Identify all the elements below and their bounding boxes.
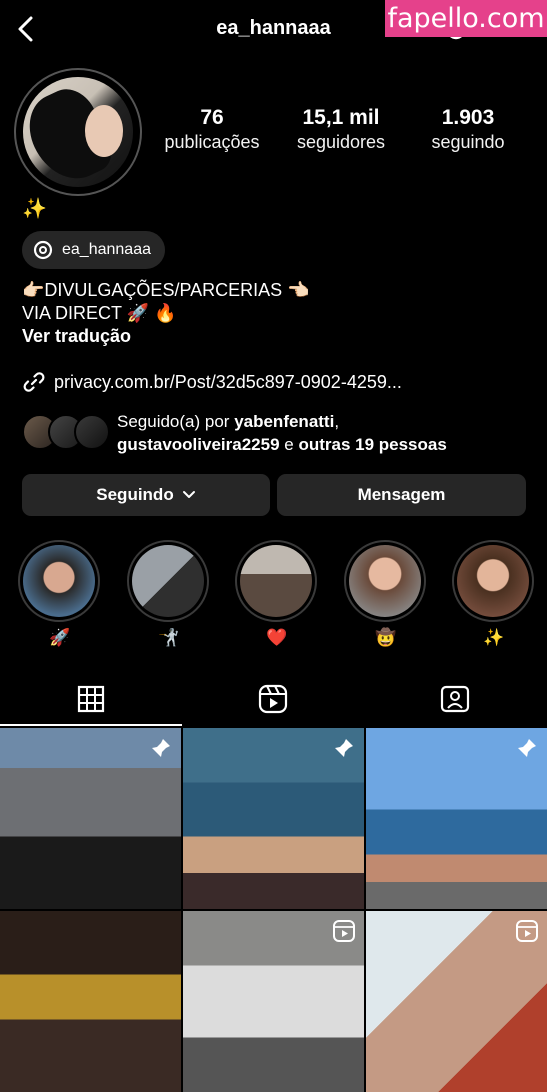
stat-posts-value: 76 <box>200 106 224 129</box>
highlight-cover <box>23 545 95 617</box>
stat-followers-value: 15,1 mil <box>302 106 380 129</box>
avatar-image <box>23 77 133 187</box>
followed-by-text: Seguido(a) por yabenfenatti, gustavooliv… <box>117 412 447 454</box>
highlight-label: 🤠 <box>375 628 397 647</box>
mutual-avatars <box>22 414 110 452</box>
tab-grid[interactable] <box>0 672 182 726</box>
grid-post[interactable] <box>183 911 364 1092</box>
following-button-label: Seguindo <box>96 485 174 504</box>
reels-icon <box>258 684 288 714</box>
stat-posts-label: publicações <box>164 132 260 152</box>
highlight-label: 🤺 <box>158 628 180 647</box>
followed-by[interactable]: Seguido(a) por yabenfenatti, gustavooliv… <box>22 410 532 460</box>
mutual-user-1[interactable]: yabenfenatti <box>234 412 334 431</box>
highlight-cover <box>240 545 312 617</box>
stat-following[interactable]: 1.903 seguindo <box>418 106 518 153</box>
highlight-cover <box>349 545 421 617</box>
pin-icon <box>335 739 353 757</box>
reel-icon <box>516 920 538 942</box>
highlight-cover <box>457 545 529 617</box>
highlight-item[interactable]: 🚀 <box>18 540 102 648</box>
grid-post[interactable] <box>366 728 547 909</box>
bio-line-2: VIA DIRECT 🚀 🔥 <box>22 303 177 323</box>
chevron-down-icon <box>182 491 195 498</box>
highlight-cover <box>132 545 204 617</box>
watermark: fapello.com <box>385 0 547 37</box>
highlight-label: ❤️ <box>266 628 288 647</box>
grid-post[interactable] <box>0 911 181 1092</box>
stat-posts[interactable]: 76 publicações <box>160 106 264 153</box>
bio-link-text: privacy.com.br/Post/32d5c897-0902-4259..… <box>54 371 402 392</box>
active-tab-indicator <box>0 724 182 726</box>
stat-followers-label: seguidores <box>296 132 386 152</box>
stat-following-label: seguindo <box>431 132 505 152</box>
bio-link[interactable]: privacy.com.br/Post/32d5c897-0902-4259..… <box>22 370 402 394</box>
tagged-icon <box>440 685 470 713</box>
link-icon <box>23 372 45 392</box>
highlight-item[interactable]: ❤️ <box>235 540 319 648</box>
highlight-item[interactable]: 🤠 <box>344 540 428 648</box>
highlight-label: 🚀 <box>49 628 71 647</box>
highlight-item[interactable]: 🤺 <box>127 540 211 648</box>
threads-badge[interactable]: ea_hannaaa <box>22 231 165 269</box>
message-button[interactable]: Mensagem <box>277 474 526 516</box>
tab-tagged[interactable] <box>364 672 546 726</box>
profile-name: ✨ <box>22 198 47 220</box>
pin-icon <box>518 739 536 757</box>
grid-post[interactable] <box>366 911 547 1092</box>
highlight-label: ✨ <box>483 628 505 647</box>
translate-link[interactable]: Ver tradução <box>22 325 310 348</box>
grid-post[interactable] <box>183 728 364 909</box>
threads-icon <box>33 240 53 260</box>
following-button[interactable]: Seguindo <box>22 474 270 516</box>
mutual-others[interactable]: outras 19 pessoas <box>298 435 446 454</box>
tab-reels[interactable] <box>182 672 364 726</box>
message-button-label: Mensagem <box>357 485 446 504</box>
mutual-user-2[interactable]: gustavooliveira2259 <box>117 435 280 454</box>
stat-followers[interactable]: 15,1 mil seguidores <box>286 106 396 153</box>
bio-text: 👉🏻DIVULGAÇÕES/PARCERIAS 👈🏻 VIA DIRECT 🚀 … <box>22 279 310 348</box>
profile-tabs <box>0 672 547 726</box>
highlight-item[interactable]: ✨ <box>452 540 536 648</box>
grid-icon <box>77 685 105 713</box>
reel-icon <box>333 920 355 942</box>
stat-following-value: 1.903 <box>441 106 495 129</box>
pin-icon <box>152 739 170 757</box>
grid-post[interactable] <box>0 728 181 909</box>
profile-avatar[interactable] <box>14 68 142 196</box>
mutual-avatar <box>74 414 110 450</box>
bio-line-1: 👉🏻DIVULGAÇÕES/PARCERIAS 👈🏻 <box>22 280 310 300</box>
threads-handle: ea_hannaaa <box>62 241 151 258</box>
